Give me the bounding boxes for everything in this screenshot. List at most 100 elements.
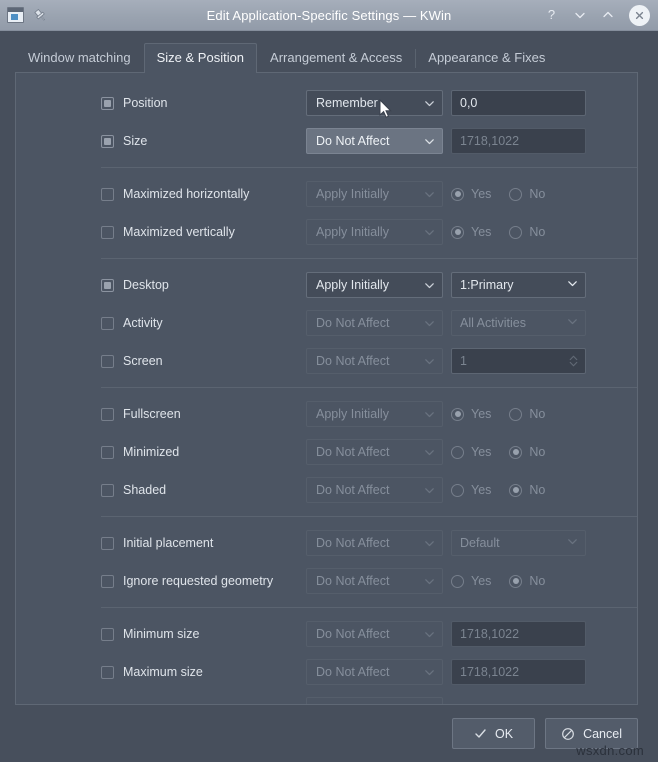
radio-no-minimized[interactable]: No [509, 445, 545, 459]
policy-combo-value: Do Not Affect [316, 483, 423, 497]
policy-combo-desktop[interactable]: Apply Initially [306, 272, 443, 298]
checkbox-desktop[interactable] [101, 279, 114, 292]
checkbox-screen[interactable] [101, 355, 114, 368]
policy-combo-shaded[interactable]: Do Not Affect [306, 477, 443, 503]
tab-size-position[interactable]: Size & Position [144, 43, 257, 73]
policy-combo-maximum-size[interactable]: Do Not Affect [306, 659, 443, 685]
value-combo-text: Default [460, 536, 566, 550]
checkbox-ignore-requested-geometry[interactable] [101, 575, 114, 588]
radio-no-maximized-horizontally[interactable]: No [509, 187, 545, 201]
policy-combo-ignore-requested-geometry[interactable]: Do Not Affect [306, 568, 443, 594]
radio-button[interactable] [509, 446, 522, 459]
close-icon[interactable] [629, 5, 650, 26]
policy-combo-size[interactable]: Do Not Affect [306, 128, 443, 154]
checkbox-maximum-size[interactable] [101, 666, 114, 679]
radio-yes-ignore-requested-geometry[interactable]: Yes [451, 574, 491, 588]
row-activity: ActivityDo Not AffectAll Activities [16, 304, 637, 342]
policy-combo-minimum-size[interactable]: Do Not Affect [306, 621, 443, 647]
checkbox-position[interactable] [101, 97, 114, 110]
radio-button[interactable] [451, 446, 464, 459]
checkbox-wrap-initial-placement: Initial placement [101, 536, 306, 550]
radio-label: Yes [471, 407, 491, 421]
value-input-position[interactable]: 0,0 [451, 90, 586, 116]
value-combo-initial-placement[interactable]: Default [451, 530, 586, 556]
row-obey-geometry-restrictions: Obey geometry restrictionsDo Not AffectY… [16, 691, 637, 705]
checkbox-minimized[interactable] [101, 446, 114, 459]
radio-button[interactable] [451, 575, 464, 588]
label-shaded: Shaded [123, 483, 166, 497]
radio-yes-maximized-vertically[interactable]: Yes [451, 225, 491, 239]
spinner-arrows-icon[interactable] [567, 352, 580, 370]
label-minimum-size: Minimum size [123, 627, 199, 641]
tab-window-matching[interactable]: Window matching [15, 43, 144, 73]
maximize-icon[interactable] [599, 7, 616, 24]
svg-text:?: ? [548, 8, 555, 22]
row-minimized: MinimizedDo Not AffectYesNo [16, 433, 637, 471]
policy-combo-activity[interactable]: Do Not Affect [306, 310, 443, 336]
settings-group: DesktopApply Initially1:PrimaryActivityD… [16, 266, 637, 380]
checkbox-fullscreen[interactable] [101, 408, 114, 421]
tab-label: Arrangement & Access [270, 50, 402, 65]
policy-combo-maximized-vertically[interactable]: Apply Initially [306, 219, 443, 245]
radio-no-shaded[interactable]: No [509, 483, 545, 497]
radio-no-fullscreen[interactable]: No [509, 407, 545, 421]
policy-combo-fullscreen[interactable]: Apply Initially [306, 401, 443, 427]
radio-yes-shaded[interactable]: Yes [451, 483, 491, 497]
policy-combo-minimized[interactable]: Do Not Affect [306, 439, 443, 465]
radio-label: Yes [471, 187, 491, 201]
checkbox-wrap-desktop: Desktop [101, 278, 306, 292]
radio-yes-maximized-horizontally[interactable]: Yes [451, 187, 491, 201]
policy-combo-value: Do Not Affect [316, 665, 423, 679]
radio-button[interactable] [451, 484, 464, 497]
checkbox-initial-placement[interactable] [101, 537, 114, 550]
ok-button[interactable]: OK [452, 718, 535, 749]
policy-combo-screen[interactable]: Do Not Affect [306, 348, 443, 374]
radio-yes-minimized[interactable]: Yes [451, 445, 491, 459]
minimize-icon[interactable] [571, 7, 588, 24]
policy-combo-obey-geometry-restrictions[interactable]: Do Not Affect [306, 697, 443, 705]
value-input-maximum-size[interactable]: 1718,1022 [451, 659, 586, 685]
policy-combo-value: Do Not Affect [316, 536, 423, 550]
value-input-size[interactable]: 1718,1022 [451, 128, 586, 154]
checkbox-maximized-vertically[interactable] [101, 226, 114, 239]
chevron-down-icon [566, 535, 579, 551]
value-input-minimum-size[interactable]: 1718,1022 [451, 621, 586, 647]
radio-yes-fullscreen[interactable]: Yes [451, 407, 491, 421]
pin-icon[interactable] [33, 8, 48, 23]
radio-button[interactable] [509, 575, 522, 588]
value-combo-activity[interactable]: All Activities [451, 310, 586, 336]
radio-button[interactable] [451, 188, 464, 201]
checkbox-maximized-horizontally[interactable] [101, 188, 114, 201]
radio-no-ignore-requested-geometry[interactable]: No [509, 574, 545, 588]
radio-button[interactable] [509, 188, 522, 201]
radio-button[interactable] [509, 226, 522, 239]
group-separator [101, 258, 637, 259]
radio-label: No [529, 225, 545, 239]
radio-button[interactable] [451, 226, 464, 239]
label-initial-placement: Initial placement [123, 536, 213, 550]
policy-combo-initial-placement[interactable]: Do Not Affect [306, 530, 443, 556]
policy-combo-maximized-horizontally[interactable]: Apply Initially [306, 181, 443, 207]
value-input-text: 1718,1022 [460, 134, 519, 148]
checkbox-minimum-size[interactable] [101, 628, 114, 641]
chevron-down-icon [423, 408, 436, 421]
check-icon [474, 727, 487, 740]
help-icon[interactable]: ? [543, 7, 560, 24]
tab-appearance-fixes[interactable]: Appearance & Fixes [415, 43, 558, 73]
value-spinbox-screen[interactable]: 1 [451, 348, 586, 374]
chevron-down-icon [423, 188, 436, 201]
radio-button[interactable] [509, 408, 522, 421]
checkbox-activity[interactable] [101, 317, 114, 330]
tab-arrangement-access[interactable]: Arrangement & Access [257, 43, 415, 73]
checkbox-size[interactable] [101, 135, 114, 148]
value-combo-desktop[interactable]: 1:Primary [451, 272, 586, 298]
radio-button[interactable] [509, 484, 522, 497]
checkbox-shaded[interactable] [101, 484, 114, 497]
checkbox-wrap-maximized-horizontally: Maximized horizontally [101, 187, 306, 201]
chevron-down-icon [423, 317, 436, 330]
chevron-down-icon [423, 575, 436, 588]
radio-no-maximized-vertically[interactable]: No [509, 225, 545, 239]
chevron-down-icon [423, 97, 436, 110]
radio-button[interactable] [451, 408, 464, 421]
policy-combo-position[interactable]: Remember [306, 90, 443, 116]
